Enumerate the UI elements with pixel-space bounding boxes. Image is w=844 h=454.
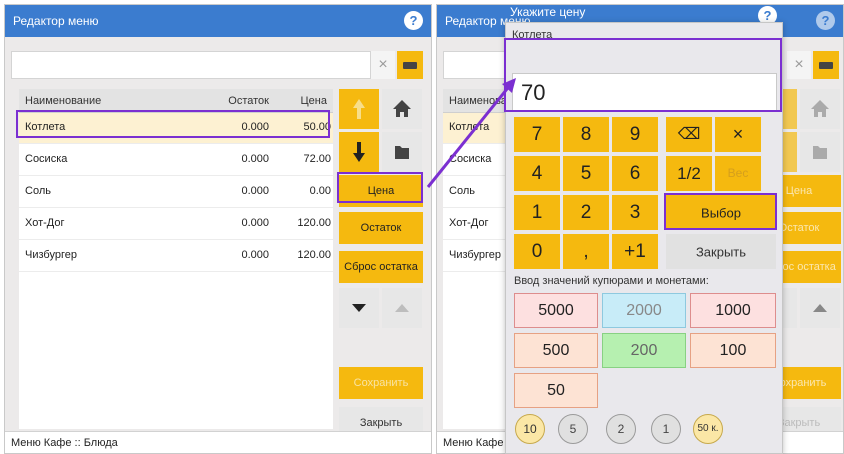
callout-arrow-icon bbox=[426, 78, 516, 188]
